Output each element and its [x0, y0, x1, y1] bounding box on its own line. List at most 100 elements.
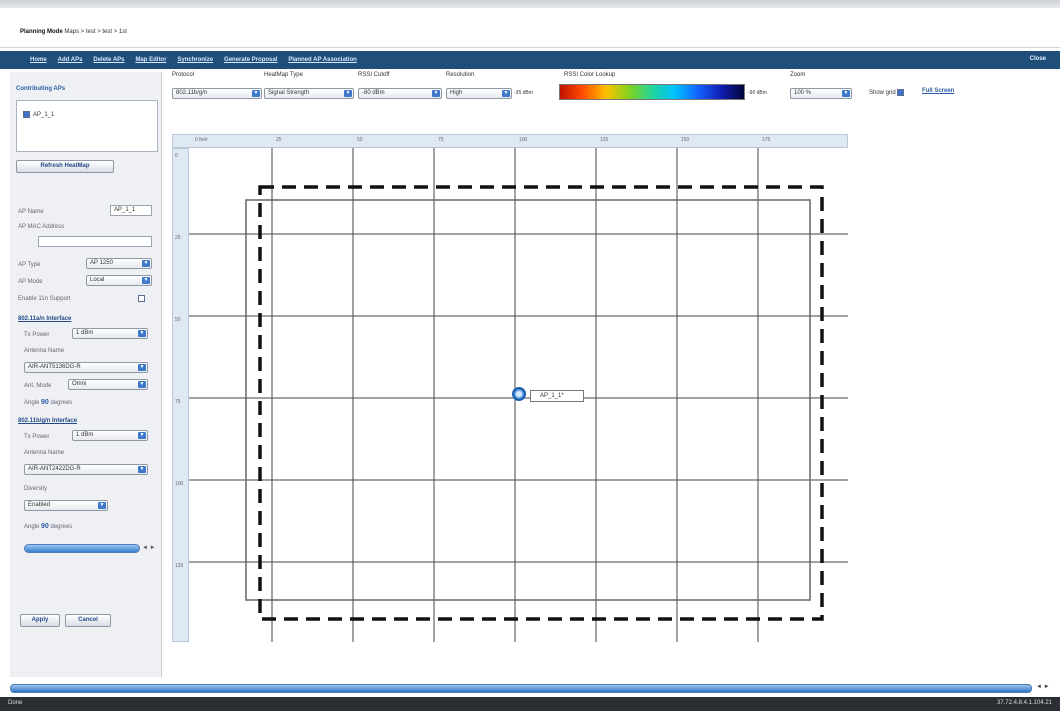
iface-a-tx-power-select[interactable]: 1 dBm ▼	[72, 328, 148, 339]
map-grid	[189, 148, 848, 642]
contributing-ap-list: AP_1_1	[16, 100, 158, 152]
iface-a-angle-row: Angle 90 degrees	[24, 399, 72, 406]
ap-mode-label: AP Mode	[18, 279, 43, 285]
horizontal-scrollbar[interactable]	[10, 684, 1032, 693]
iface-a-tx-power-label: Tx Power	[24, 332, 50, 338]
iface-b-title: 802.11b/g/n Interface	[18, 418, 78, 424]
close-link[interactable]: Close	[1030, 56, 1046, 62]
chevron-down-icon: ▼	[138, 330, 146, 337]
protocol-label: Protocol	[172, 72, 195, 78]
chevron-down-icon: ▼	[138, 364, 146, 371]
nav-links: Home Add APs Delete APs Map Editor Synch…	[30, 56, 366, 63]
access-point-label[interactable]: AP_1_1*	[530, 390, 584, 402]
zoom-value: 100 %	[794, 90, 812, 96]
rssi-cutoff-select[interactable]: -80 dBm ▼	[358, 88, 442, 99]
protocol-value: 802.11b/g/n	[176, 90, 208, 96]
iface-a-antenna-select[interactable]: AIR-ANT5136DG-R ▼	[24, 362, 148, 373]
zoom-select[interactable]: 100 % ▼	[790, 88, 852, 99]
rssi-cutoff-value: -80 dBm	[362, 90, 385, 96]
diversity-select[interactable]: Enabled ▼	[24, 500, 108, 511]
breadcrumb: Planning Mode Maps > test > test > 1st	[20, 29, 127, 35]
chevron-down-icon: ▼	[432, 90, 440, 97]
iface-b-antenna-select[interactable]: AIR-ANT2422DG-R ▼	[24, 464, 148, 475]
ap-checkbox[interactable]	[23, 111, 30, 118]
ap-type-label: AP Type	[18, 262, 41, 268]
ap-mac-field[interactable]	[38, 236, 152, 247]
iface-a-tx-power-value: 1 dBm	[76, 330, 94, 336]
chevron-down-icon: ▼	[138, 466, 146, 473]
nav-add-aps-link[interactable]: Add APs	[58, 57, 83, 63]
iface-a-antenna-label: Antenna Name	[24, 348, 65, 354]
access-point-icon[interactable]	[512, 387, 526, 401]
ap-type-select[interactable]: AP 1250 ▼	[86, 258, 152, 269]
contributing-aps-title: Contributing APs	[16, 86, 66, 92]
show-grid-toggle[interactable]: Show grid	[869, 89, 907, 96]
chevron-down-icon: ▼	[138, 381, 146, 388]
iface-b-tx-power-select[interactable]: 1 dBm ▼	[72, 430, 148, 441]
ap-mode-select[interactable]: Local ▼	[86, 275, 152, 286]
nav-map-editor-link[interactable]: Map Editor	[135, 57, 166, 63]
enable-11n-label: Enable 11n Support	[18, 296, 71, 302]
title-bar: Planning Mode Maps > test > test > 1st	[0, 8, 1060, 48]
chevron-down-icon: ▼	[142, 277, 150, 284]
chevron-down-icon: ▼	[142, 260, 150, 267]
chevron-down-icon: ▼	[842, 90, 850, 97]
ant-mode-select[interactable]: Omni ▼	[68, 379, 148, 390]
cancel-button[interactable]: Cancel	[65, 614, 111, 627]
mode-label: Planning Mode	[20, 29, 63, 35]
rssi-cutoff-label: RSSI Cutoff	[358, 72, 390, 78]
angle-slider[interactable]	[24, 544, 140, 553]
nav-delete-aps-link[interactable]: Delete APs	[93, 57, 124, 63]
floor-outline	[245, 199, 811, 601]
scroll-arrows[interactable]: ◄ ►	[1036, 684, 1050, 690]
iface-b-angle-value[interactable]: 90	[41, 523, 49, 530]
show-grid-label: Show grid	[869, 90, 896, 97]
iface-b-antenna-label: Antenna Name	[24, 450, 65, 456]
resolution-select[interactable]: High ▼	[446, 88, 512, 99]
nav-synchronize-link[interactable]: Synchronize	[177, 57, 213, 63]
ant-mode-value: Omni	[72, 381, 87, 387]
ap-mac-label: AP MAC Address	[18, 224, 65, 230]
protocol-select[interactable]: 802.11b/g/n ▼	[172, 88, 262, 99]
ap-name-field[interactable]: AP_1_1	[110, 205, 152, 216]
refresh-heatmap-button[interactable]: Refresh HeatMap	[16, 160, 114, 173]
nav-bar: Home Add APs Delete APs Map Editor Synch…	[0, 51, 1060, 69]
full-screen-link[interactable]: Full Screen	[922, 88, 954, 94]
nav-generate-proposal-link[interactable]: Generate Proposal	[224, 57, 277, 63]
breadcrumb-path[interactable]: Maps > test > test > 1st	[64, 29, 127, 35]
chevron-down-icon: ▼	[98, 502, 106, 509]
floor-map[interactable]: 0 feet 25 50 75 100 125 150 175 0 25 50 …	[172, 134, 848, 642]
status-left: Done	[8, 700, 23, 706]
iface-a-degrees-label: degrees	[50, 400, 73, 406]
zoom-label: Zoom	[790, 72, 806, 78]
iface-a-title: 802.11a/n Interface	[18, 316, 72, 322]
ap-mode-value: Local	[90, 277, 105, 283]
nav-planned-ap-association-link[interactable]: Planned AP Association	[288, 57, 356, 63]
iface-a-antenna-value: AIR-ANT5136DG-R	[28, 364, 81, 370]
ap-name-label: AP Name	[18, 209, 44, 215]
nav-home-link[interactable]: Home	[30, 57, 47, 63]
ap-list-item[interactable]: AP_1_1	[23, 111, 54, 118]
ap-type-value: AP 1250	[90, 260, 113, 266]
apply-button[interactable]: Apply	[20, 614, 60, 627]
chevron-down-icon: ▼	[502, 90, 510, 97]
slider-arrows[interactable]: ◄ ►	[142, 545, 156, 551]
iface-b-angle-row: Angle 90 degrees	[24, 523, 72, 530]
rssi-color-lookup-label: RSSI Color Lookup	[564, 72, 616, 78]
iface-a-angle-value[interactable]: 90	[41, 399, 49, 406]
enable-11n-checkbox[interactable]	[138, 295, 145, 302]
heatmap-type-value: Signal Strength	[268, 90, 310, 96]
window-top-strip	[0, 0, 1060, 8]
iface-b-degrees-label: degrees	[50, 524, 73, 530]
iface-a-angle-label: Angle	[24, 400, 40, 406]
heatmap-type-select[interactable]: Signal Strength ▼	[264, 88, 354, 99]
chevron-down-icon: ▼	[252, 90, 260, 97]
chevron-down-icon: ▼	[138, 432, 146, 439]
iface-b-angle-label: Angle	[24, 524, 40, 530]
show-grid-checkbox[interactable]	[897, 89, 905, 96]
iface-b-antenna-value: AIR-ANT2422DG-R	[28, 466, 81, 472]
chevron-down-icon: ▼	[344, 90, 352, 97]
color-max-label: -90 dBm	[748, 90, 767, 96]
ap-list-item-label: AP_1_1	[33, 112, 55, 119]
resolution-label: Resolution	[446, 72, 475, 78]
